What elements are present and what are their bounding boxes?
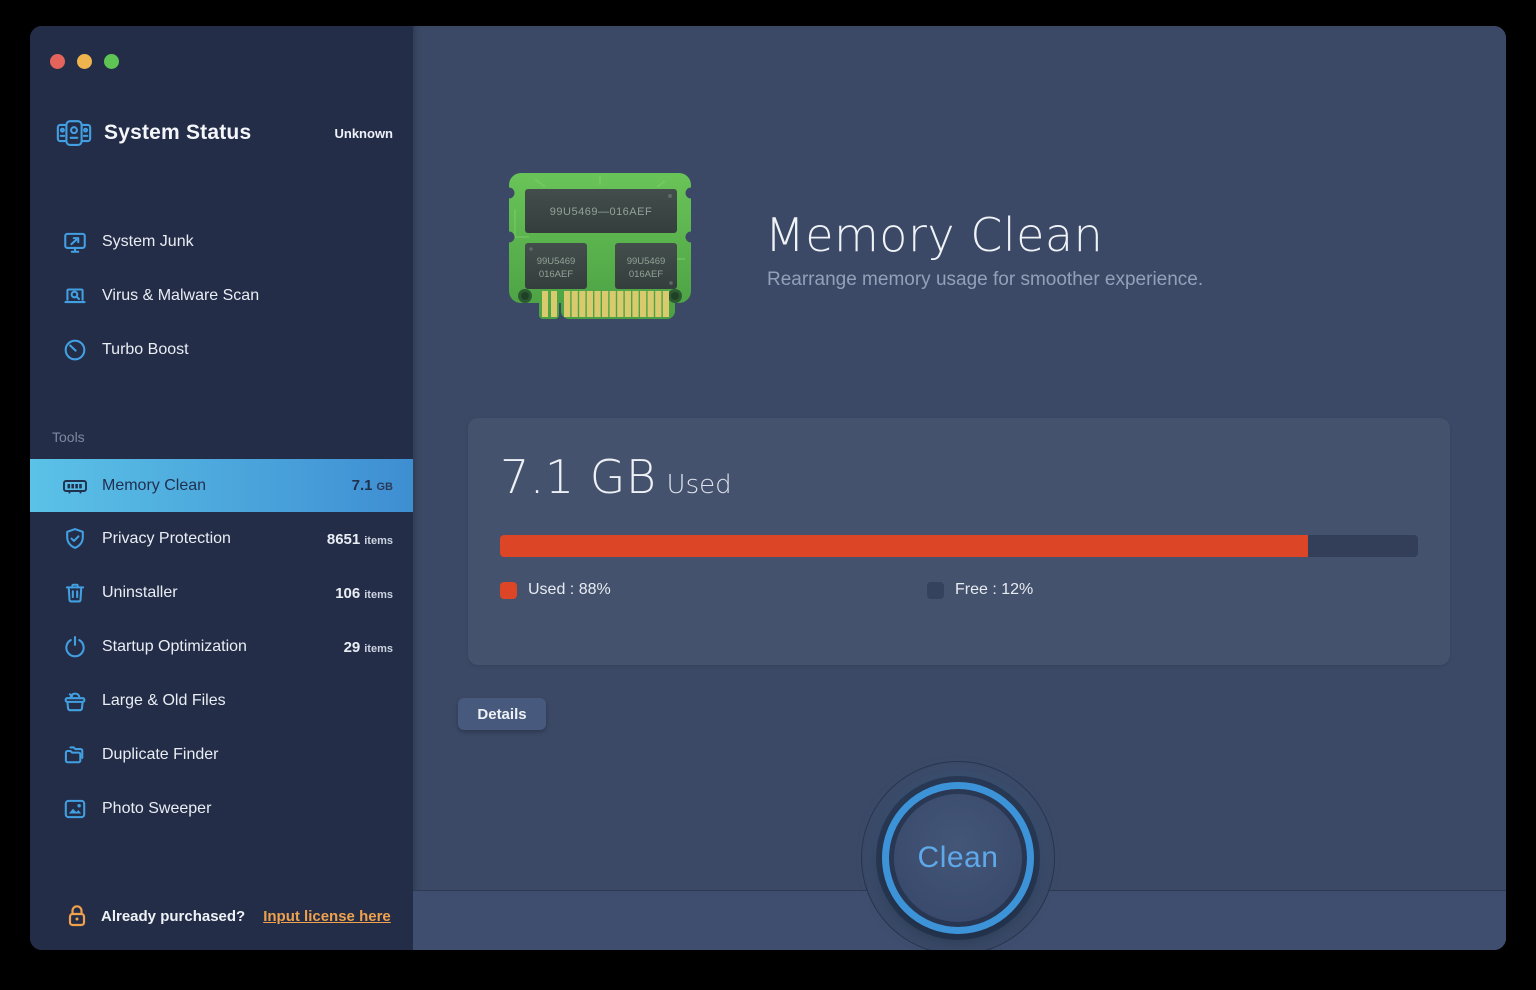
sidebar-item-value: 106 items: [335, 584, 393, 602]
sidebar-item-label: Large & Old Files: [102, 692, 226, 709]
system-junk-icon: [64, 232, 86, 253]
page-subtitle: Rearrange memory usage for smoother expe…: [767, 269, 1204, 290]
duplicate-folders-icon: [64, 746, 84, 764]
turbo-boost-icon: [64, 339, 86, 361]
chip-top-label: 99U5469—016AEF: [550, 206, 652, 218]
app-header: System Status Unknown: [55, 116, 393, 150]
free-swatch: [927, 581, 944, 599]
app-title: System Status: [104, 121, 252, 144]
input-license-link[interactable]: Input license here: [263, 908, 391, 925]
sidebar-item-large-old-files[interactable]: Large & Old Files: [30, 674, 413, 728]
legend-used-label: Used : 88%: [528, 581, 611, 598]
minimize-button[interactable]: [77, 54, 92, 69]
privacy-shield-icon: [66, 528, 84, 549]
sidebar-item-system-junk[interactable]: System Junk: [30, 215, 413, 269]
lock-icon: [68, 904, 86, 926]
status-badge: Unknown: [334, 125, 394, 141]
used-swatch: [500, 581, 517, 599]
details-button[interactable]: Details: [458, 698, 546, 730]
memory-usage-panel: 7.1 GB Used Used : 88% Free : 12%: [468, 418, 1450, 665]
sidebar-item-label: Memory Clean: [102, 476, 207, 494]
memory-amount-suffix: Used: [666, 470, 732, 500]
sidebar-item-uninstaller[interactable]: Uninstaller 106 items: [30, 566, 413, 620]
sidebar-item-startup-optimization[interactable]: Startup Optimization 29 items: [30, 620, 413, 674]
page-title: Memory Clean: [765, 208, 1104, 262]
legend-free-label: Free : 12%: [955, 581, 1034, 598]
sidebar-item-label: System Junk: [102, 233, 194, 250]
photo-icon: [64, 799, 86, 819]
sidebar-item-label: Photo Sweeper: [102, 800, 212, 817]
sidebar-item-duplicate-finder[interactable]: Duplicate Finder: [30, 728, 413, 782]
svg-text:99U5469: 99U5469: [627, 256, 666, 267]
memory-legend: Used : 88% Free : 12%: [500, 581, 1418, 599]
memory-clean-icon: [63, 479, 87, 494]
app-logo-icon: [56, 119, 92, 146]
sidebar-item-label: Turbo Boost: [102, 341, 189, 358]
trash-icon: [65, 583, 85, 603]
tools-section-header: Tools: [52, 429, 85, 445]
sidebar-item-label: Duplicate Finder: [102, 746, 219, 763]
sidebar-item-label: Privacy Protection: [102, 530, 231, 547]
clean-button[interactable]: Clean: [882, 782, 1034, 934]
sidebar-item-label: Virus & Malware Scan: [102, 287, 260, 304]
sidebar-item-label: Startup Optimization: [102, 638, 247, 655]
sidebar-item-photo-sweeper[interactable]: Photo Sweeper: [30, 782, 413, 836]
sidebar-item-value: 7.1 GB: [351, 477, 393, 494]
license-row: Already purchased? Input license here: [66, 900, 401, 932]
sidebar-item-turbo-boost[interactable]: Turbo Boost: [30, 323, 413, 377]
memory-bar-track: [500, 535, 1418, 557]
legend-used: Used : 88%: [500, 581, 611, 599]
sidebar-item-value: 29 items: [343, 638, 393, 656]
sidebar-item-memory-clean[interactable]: Memory Clean 7.1 GB: [30, 459, 413, 512]
svg-text:99U5469: 99U5469: [537, 256, 576, 267]
memory-bar-fill: [500, 535, 1308, 557]
memory-amount: 7.1 GB: [500, 450, 657, 504]
virus-scan-icon: [64, 288, 86, 304]
memory-amount-row: 7.1 GB Used: [500, 450, 732, 504]
svg-text:016AEF: 016AEF: [629, 269, 664, 280]
sidebar-item-privacy-protection[interactable]: Privacy Protection 8651 items: [30, 512, 413, 566]
memory-chip-illustration: 99U5469—016AEF 99U5469 016AEF 99U5469 01…: [505, 173, 695, 319]
main-content: 99U5469—016AEF 99U5469 016AEF 99U5469 01…: [413, 26, 1506, 950]
power-icon: [65, 636, 85, 658]
app-window: System Status Unknown System Junk Virus …: [30, 26, 1506, 950]
basket-icon: [64, 692, 86, 712]
license-prompt: Already purchased?: [101, 907, 246, 925]
close-button[interactable]: [50, 54, 65, 69]
sidebar-item-value: 8651 items: [326, 530, 393, 548]
sidebar-item-virus-malware-scan[interactable]: Virus & Malware Scan: [30, 269, 413, 323]
clean-button-label: Clean: [917, 841, 999, 874]
svg-text:016AEF: 016AEF: [539, 269, 574, 280]
window-controls: [50, 54, 119, 69]
sidebar: System Status Unknown System Junk Virus …: [30, 26, 413, 950]
legend-free: Free : 12%: [927, 581, 1033, 599]
zoom-button[interactable]: [104, 54, 119, 69]
sidebar-item-label: Uninstaller: [102, 584, 178, 601]
